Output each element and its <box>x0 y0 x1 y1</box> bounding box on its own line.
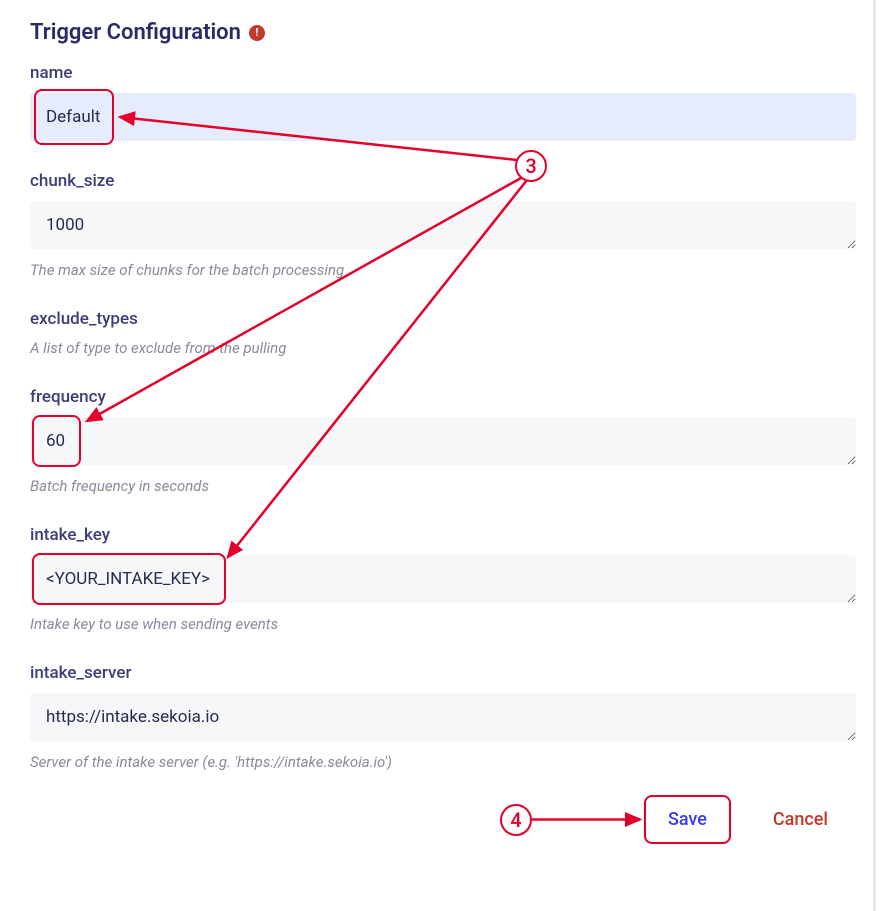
field-group-intake-server: intake_server Server of the intake serve… <box>30 663 856 771</box>
label-intake-key: intake_key <box>30 525 856 545</box>
field-group-name: name <box>30 63 856 141</box>
input-frequency[interactable] <box>30 417 856 465</box>
input-chunk-size[interactable] <box>30 201 856 249</box>
alert-icon: ! <box>249 25 265 41</box>
section-title-text: Trigger Configuration <box>30 20 241 45</box>
input-name[interactable] <box>30 93 856 141</box>
label-name: name <box>30 63 856 83</box>
section-title: Trigger Configuration ! <box>30 20 856 45</box>
help-chunk-size: The max size of chunks for the batch pro… <box>30 261 856 279</box>
label-chunk-size: chunk_size <box>30 171 856 191</box>
help-frequency: Batch frequency in seconds <box>30 477 856 495</box>
button-row: Save Cancel <box>30 801 856 838</box>
field-group-intake-key: intake_key Intake key to use when sendin… <box>30 525 856 633</box>
input-intake-server[interactable] <box>30 693 856 741</box>
field-group-exclude-types: exclude_types A list of type to exclude … <box>30 309 856 357</box>
field-group-frequency: frequency Batch frequency in seconds <box>30 387 856 495</box>
cancel-button[interactable]: Cancel <box>755 801 846 838</box>
label-frequency: frequency <box>30 387 856 407</box>
input-intake-key[interactable] <box>30 555 856 603</box>
help-intake-key: Intake key to use when sending events <box>30 615 856 633</box>
label-intake-server: intake_server <box>30 663 856 683</box>
save-button[interactable]: Save <box>650 801 725 838</box>
help-exclude-types: A list of type to exclude from the pulli… <box>30 339 856 357</box>
field-group-chunk-size: chunk_size The max size of chunks for th… <box>30 171 856 279</box>
label-exclude-types: exclude_types <box>30 309 856 329</box>
panel-right-border <box>873 0 876 911</box>
help-intake-server: Server of the intake server (e.g. 'https… <box>30 753 856 771</box>
